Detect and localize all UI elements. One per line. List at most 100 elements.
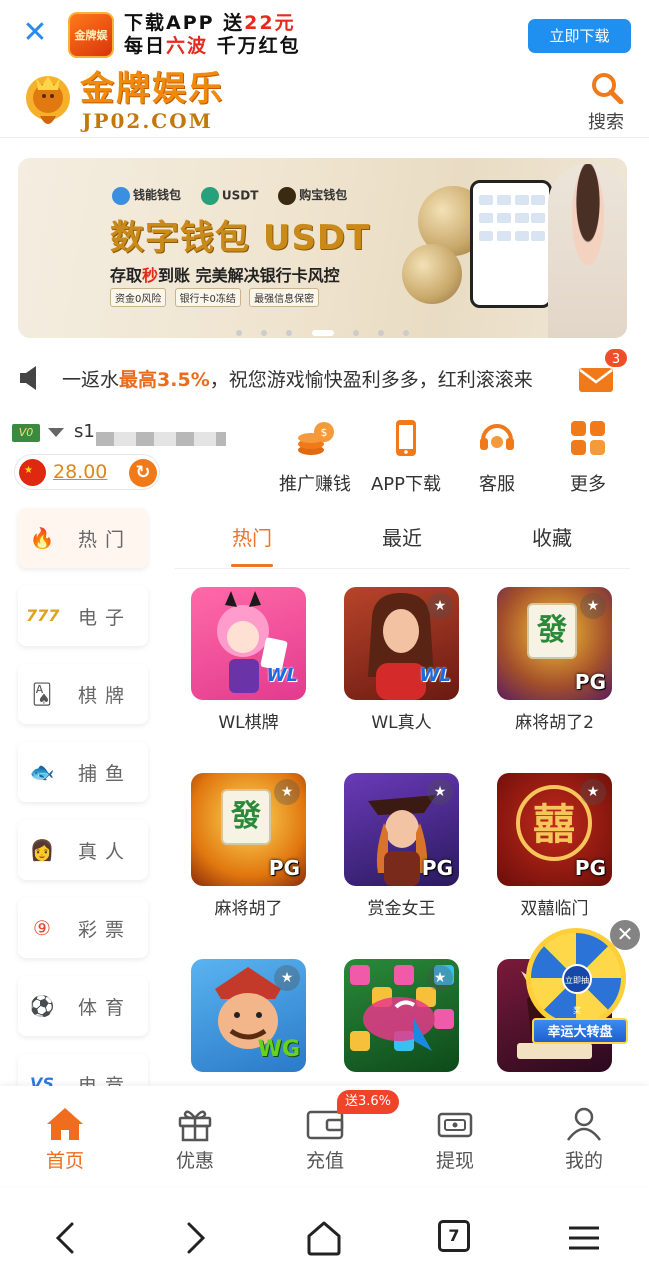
carousel-dot[interactable] [352,329,359,336]
headset-icon [480,424,514,450]
caret-down-icon[interactable] [48,428,64,437]
game-card[interactable]: ★ WL WL真人 [344,587,459,737]
mail-icon[interactable] [578,364,614,394]
announcement-b: 最高 [119,369,158,391]
promo-carousel[interactable]: 钱能钱包 USDT 购宝钱包 数字钱包 USDT 存取秒到账 完美解决银行卡风控… [18,158,627,338]
quick-link-app[interactable]: APP下载 [360,418,452,498]
balance-value: 28.00 [53,461,108,483]
tab-hot[interactable]: 热门 [192,522,312,551]
favorite-star-icon[interactable]: ★ [274,779,300,805]
category-lottery[interactable]: ⑨ 彩票 [18,898,148,958]
game-name: WL棋牌 [218,713,279,733]
favorite-star-icon[interactable]: ★ [580,593,606,619]
category-hot[interactable]: 🔥 热门 [18,508,148,568]
quick-link-support[interactable]: 客服 [451,418,543,498]
carousel-dot-active[interactable] [311,329,334,336]
provider-tag: PG [574,670,606,694]
provider-tag: WL [419,665,451,686]
banner-sub-a: 存取 [110,266,143,285]
game-thumbnail: 發 ★ PG [191,773,306,886]
category-label: 电子 [78,607,133,629]
close-promo-icon[interactable]: ✕ [610,920,640,950]
announcement-c: 3.5% [157,369,210,391]
game-card[interactable]: 發 ★ PG 麻将胡了2 [497,587,612,737]
nav-withdraw[interactable]: 提现 [390,1086,520,1186]
cards-icon: 🂡 [31,682,53,706]
deposit-bonus-badge: 送3.6% [337,1090,400,1114]
nav-promotions[interactable]: 优惠 [130,1086,260,1186]
brand-name: 金牌娱乐 [80,69,224,109]
favorite-star-icon[interactable]: ★ [427,779,453,805]
carousel-dot[interactable] [377,329,384,336]
favorite-star-icon[interactable]: ★ [580,779,606,805]
favorite-star-icon[interactable]: ★ [427,965,453,991]
quick-link-label: 推广赚钱 [279,474,351,495]
nav-home[interactable]: 首页 [0,1086,130,1186]
wallet-logo-icon [112,186,130,205]
carousel-dot[interactable] [236,329,243,336]
game-name: WL真人 [371,713,432,733]
wallet-item: 钱能钱包 [112,186,181,205]
promo-line2-c: 千万红包 [208,35,301,57]
favorite-star-icon[interactable]: ★ [274,965,300,991]
tabs-count-button[interactable]: 7 [438,1220,470,1252]
category-label: 真人 [78,841,133,863]
announcement-a: 一返水 [62,369,120,391]
category-fishing[interactable]: 🐟 捕鱼 [18,742,148,802]
live-dealer-icon: 👩 [29,838,55,862]
search-icon[interactable] [590,72,626,104]
category-esports[interactable]: VS 电竞 [18,1054,148,1086]
category-label: 棋牌 [78,685,133,707]
browser-home-icon[interactable] [304,1218,344,1258]
carousel-dot[interactable] [261,329,268,336]
category-label: 彩票 [78,919,133,941]
announcement-d: ，祝您游戏愉快盈利多多，红利滚滚来 [209,369,533,391]
back-arrow-icon[interactable] [46,1218,86,1258]
banner-tag: 资金0风险 [110,288,167,307]
lucky-wheel-promo[interactable]: 立即抽奖 幸运大转盘 ✕ [510,920,640,1050]
category-sports[interactable]: ⚽ 体育 [18,976,148,1036]
game-card[interactable]: ★ PG 赏金女王 [344,773,459,923]
provider-tag: WG [257,1037,300,1062]
game-card[interactable]: ★ [344,959,459,1086]
vip-badge[interactable]: V0 [12,424,40,442]
svg-text:$: $ [321,426,328,439]
game-card[interactable]: ★ WG [191,959,306,1086]
category-live[interactable]: 👩 真人 [18,820,148,880]
carousel-dot[interactable] [402,329,409,336]
carousel-dot[interactable] [286,329,293,336]
quick-link-more[interactable]: 更多 [542,418,634,498]
provider-tag: PG [421,856,453,880]
game-card[interactable]: 發 ★ PG 麻将胡了 [191,773,306,923]
menu-icon[interactable] [564,1218,604,1258]
game-card[interactable]: WL WL棋牌 [191,587,306,737]
close-icon[interactable]: ✕ [20,18,50,48]
game-tabs: 热门 最近 收藏 [175,505,630,569]
provider-tag: WL [266,665,298,686]
search-label[interactable]: 搜索 [588,108,624,134]
nav-profile[interactable]: 我的 [519,1086,649,1186]
game-card[interactable]: 囍 ★ PG 双囍临门 [497,773,612,923]
game-name: 麻将胡了 [214,899,283,919]
download-promo-text: 下载APP 送22元 每日六波 千万红包 [124,12,324,58]
game-thumbnail: 囍 ★ PG [497,773,612,886]
esports-icon: VS [30,1074,54,1086]
balance-pill: ★ 28.00 ↻ [14,454,160,490]
favorite-star-icon[interactable]: ★ [427,593,453,619]
download-now-button[interactable]: 立即下载 [528,19,631,53]
app-download-bar: ✕ 金牌娱乐 下载APP 送22元 每日六波 千万红包 立即下载 [0,0,649,86]
forward-arrow-icon[interactable] [175,1218,215,1258]
phone-icon [396,420,416,456]
quick-link-label: 客服 [479,474,515,495]
nav-label: 首页 [45,1150,84,1172]
user-icon [566,1107,602,1141]
category-cards[interactable]: 🂡 棋牌 [18,664,148,724]
tab-favorites[interactable]: 收藏 [492,522,612,551]
refresh-icon[interactable]: ↻ [129,459,157,487]
announcement-marquee[interactable]: 一返水最高3.5%，祝您游戏愉快盈利多多，红利滚滚来 3 [0,347,649,400]
announcement-text: 一返水最高3.5%，祝您游戏愉快盈利多多，红利滚滚来 [62,365,576,392]
tab-recent[interactable]: 最近 [342,522,462,551]
withdraw-icon [437,1112,473,1138]
quick-link-promote[interactable]: $ 推广赚钱 [269,418,361,498]
category-slots[interactable]: 777 电子 [18,586,148,646]
